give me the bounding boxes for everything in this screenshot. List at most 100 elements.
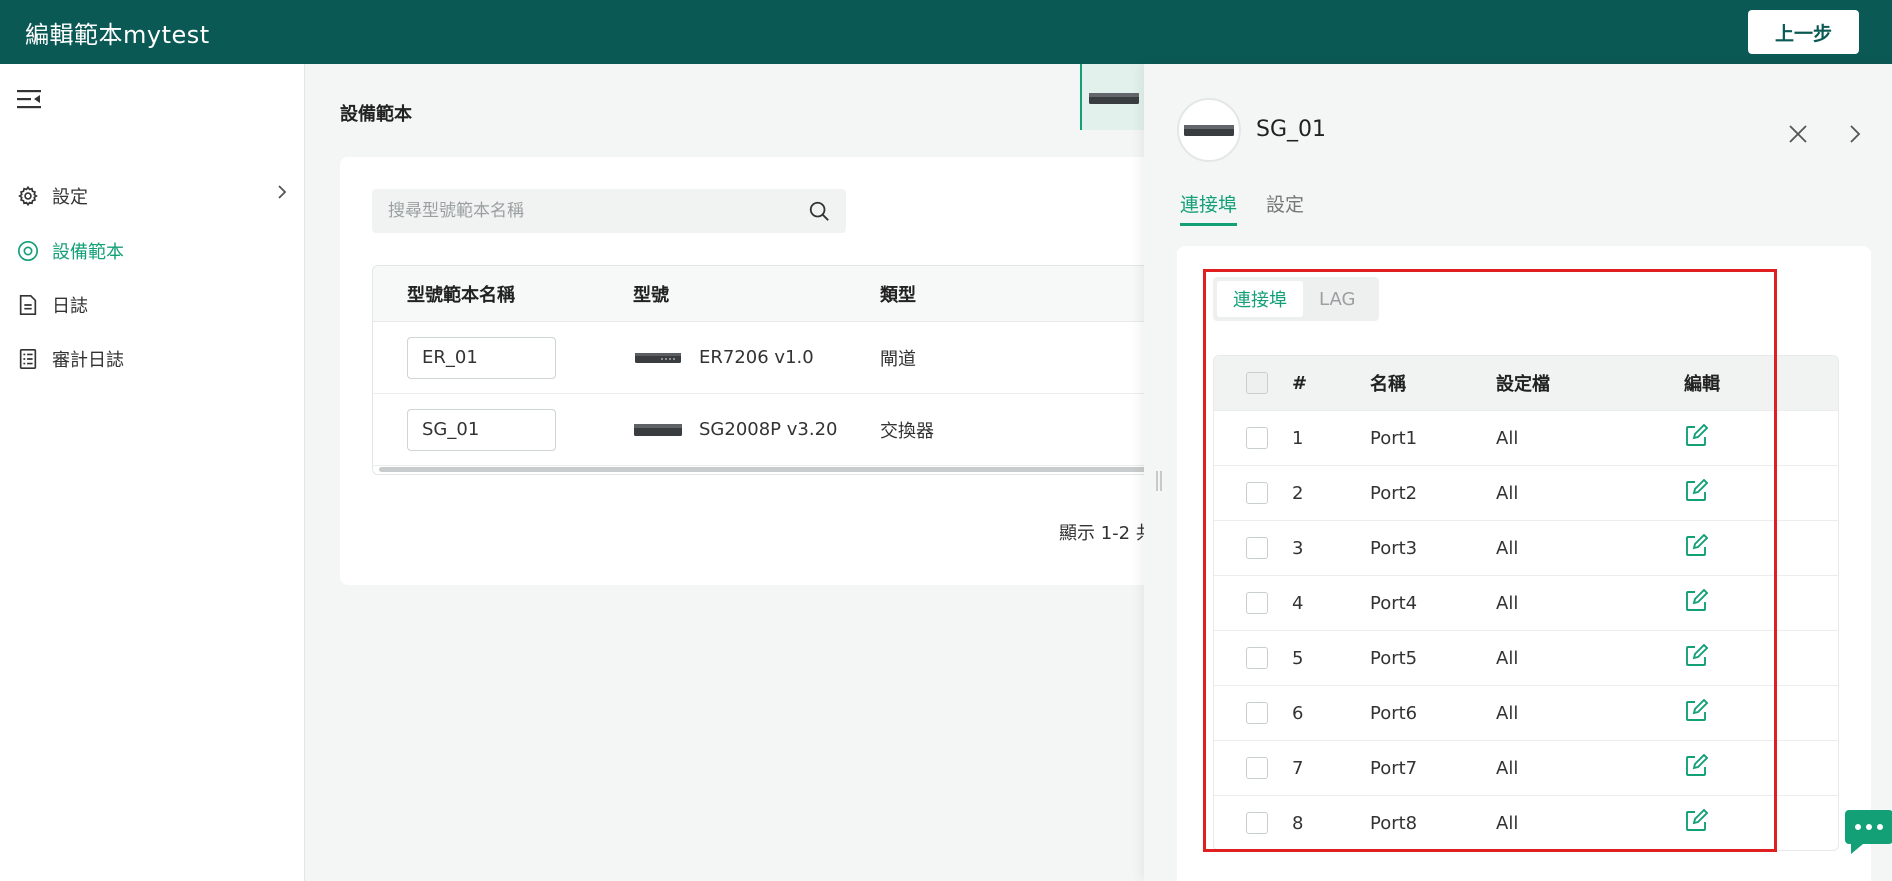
edit-icon[interactable]: [1684, 753, 1709, 778]
sidebar-item-logs[interactable]: 日誌: [16, 290, 88, 320]
edit-icon[interactable]: [1684, 533, 1709, 558]
port-name: Port2: [1370, 482, 1418, 504]
tab-settings[interactable]: 設定: [1266, 190, 1304, 223]
port-index: 5: [1292, 647, 1304, 669]
table-row[interactable]: 2 Port2 All: [1214, 465, 1838, 520]
gear-icon: [16, 184, 40, 208]
port-profile: All: [1496, 812, 1519, 834]
search-box: [372, 189, 846, 233]
sidebar-item-settings[interactable]: 設定: [16, 181, 88, 211]
port-index: 1: [1292, 427, 1304, 449]
row-checkbox[interactable]: [1246, 812, 1268, 834]
column-header-index: #: [1292, 372, 1308, 394]
port-type-segmented-control: 連接埠 LAG: [1213, 277, 1379, 321]
chevron-right-icon[interactable]: [1844, 122, 1866, 146]
port-index: 6: [1292, 702, 1304, 724]
port-profile: All: [1496, 537, 1519, 559]
model-text: ER7206 v1.0: [699, 347, 814, 368]
tab-ports[interactable]: 連接埠: [1180, 190, 1238, 226]
port-index: 2: [1292, 482, 1304, 504]
device-avatar: [1177, 98, 1241, 162]
table-row[interactable]: 4 Port4 All: [1214, 575, 1838, 630]
pagination-summary: 顯示 1-2 共: [1059, 523, 1154, 544]
row-checkbox[interactable]: [1246, 757, 1268, 779]
port-profile: All: [1496, 482, 1519, 504]
switch-device-icon: [1184, 125, 1234, 136]
column-header-model: 型號: [633, 284, 669, 306]
sidebar-item-audit-logs[interactable]: 審計日誌: [16, 344, 124, 374]
chevron-right-icon: [278, 185, 287, 199]
row-checkbox[interactable]: [1246, 592, 1268, 614]
table-row[interactable]: 3 Port3 All: [1214, 520, 1838, 575]
port-profile: All: [1496, 757, 1519, 779]
row-checkbox[interactable]: [1246, 537, 1268, 559]
document-icon: [16, 293, 40, 317]
page-title: 編輯範本mytest: [25, 20, 210, 49]
segment-ports[interactable]: 連接埠: [1217, 281, 1303, 317]
port-name: Port5: [1370, 647, 1418, 669]
ports-card: 連接埠 LAG # 名稱 設定檔 編輯 1 Port1 All 2 Port2 All 3 P…: [1177, 246, 1871, 881]
edit-icon[interactable]: [1684, 698, 1709, 723]
port-name: Port7: [1370, 757, 1418, 779]
list-document-icon: [16, 347, 40, 371]
template-detail-drawer: SG_01 連接埠 設定 連接埠 LAG # 名稱 設定檔 編輯 1 Port1 A…: [1144, 64, 1892, 881]
search-icon[interactable]: [808, 200, 830, 222]
port-index: 7: [1292, 757, 1304, 779]
device-thumbnail-tab[interactable]: [1080, 64, 1144, 130]
model-text: SG2008P v3.20: [699, 419, 838, 440]
table-row[interactable]: 7 Port7 All: [1214, 740, 1838, 795]
port-profile: All: [1496, 647, 1519, 669]
chat-icon[interactable]: [1843, 808, 1892, 856]
sidebar-item-label: 日誌: [52, 296, 88, 317]
table-header: # 名稱 設定檔 編輯: [1214, 356, 1838, 410]
row-checkbox[interactable]: [1246, 482, 1268, 504]
table-row[interactable]: 5 Port5 All: [1214, 630, 1838, 685]
port-profile: All: [1496, 427, 1519, 449]
template-name-input[interactable]: [407, 336, 556, 379]
close-icon[interactable]: [1786, 122, 1810, 146]
table-row[interactable]: 1 Port1 All: [1214, 410, 1838, 465]
templates-table: 型號範本名稱 型號 類型 ER7206 v1.0 閘道: [372, 265, 1200, 475]
port-rows: 1 Port1 All 2 Port2 All 3 Port3 All 4 Port4 All 5 Por…: [1214, 410, 1838, 850]
sidebar-item-label: 設定: [52, 187, 88, 208]
edit-icon[interactable]: [1684, 588, 1709, 613]
row-checkbox[interactable]: [1246, 647, 1268, 669]
row-checkbox[interactable]: [1246, 702, 1268, 724]
port-table: # 名稱 設定檔 編輯 1 Port1 All 2 Port2 All 3 Port3 All 4…: [1213, 355, 1839, 851]
port-name: Port3: [1370, 537, 1418, 559]
table-row[interactable]: ER7206 v1.0 閘道: [373, 322, 1200, 394]
column-header-name: 名稱: [1370, 374, 1406, 395]
edit-icon[interactable]: [1684, 808, 1709, 833]
table-row[interactable]: 8 Port8 All: [1214, 795, 1838, 850]
top-bar: 編輯範本mytest 上一步: [0, 0, 1892, 64]
port-name: Port8: [1370, 812, 1418, 834]
sidebar-item-device-templates[interactable]: 設備範本: [16, 236, 124, 266]
port-name: Port1: [1370, 427, 1418, 449]
drawer-resize-handle[interactable]: [1154, 470, 1164, 492]
row-checkbox[interactable]: [1246, 427, 1268, 449]
select-all-checkbox[interactable]: [1246, 372, 1268, 394]
switch-device-icon: [634, 423, 682, 436]
sidebar-item-label: 設備範本: [52, 242, 124, 263]
edit-icon[interactable]: [1684, 423, 1709, 448]
search-input[interactable]: [388, 201, 808, 221]
table-row[interactable]: SG2008P v3.20 交換器: [373, 394, 1200, 466]
drawer-title: SG_01: [1256, 117, 1327, 142]
sidebar: 設定 設備範本 日誌 審計日誌: [0, 64, 305, 881]
edit-icon[interactable]: [1684, 478, 1709, 503]
column-header-edit: 編輯: [1684, 374, 1720, 395]
templates-card: 型號範本名稱 型號 類型 ER7206 v1.0 閘道: [340, 157, 1200, 585]
router-device-icon: [635, 352, 681, 363]
collapse-menu-icon[interactable]: [16, 88, 42, 110]
table-row[interactable]: 6 Port6 All: [1214, 685, 1838, 740]
port-index: 8: [1292, 812, 1304, 834]
port-index: 4: [1292, 592, 1304, 614]
back-button[interactable]: 上一步: [1748, 10, 1859, 54]
port-profile: All: [1496, 702, 1519, 724]
template-name-input[interactable]: [407, 408, 556, 451]
horizontal-scrollbar[interactable]: [379, 467, 1199, 472]
port-name: Port4: [1370, 592, 1418, 614]
port-profile: All: [1496, 592, 1519, 614]
segment-lag[interactable]: LAG: [1303, 281, 1371, 317]
edit-icon[interactable]: [1684, 643, 1709, 668]
